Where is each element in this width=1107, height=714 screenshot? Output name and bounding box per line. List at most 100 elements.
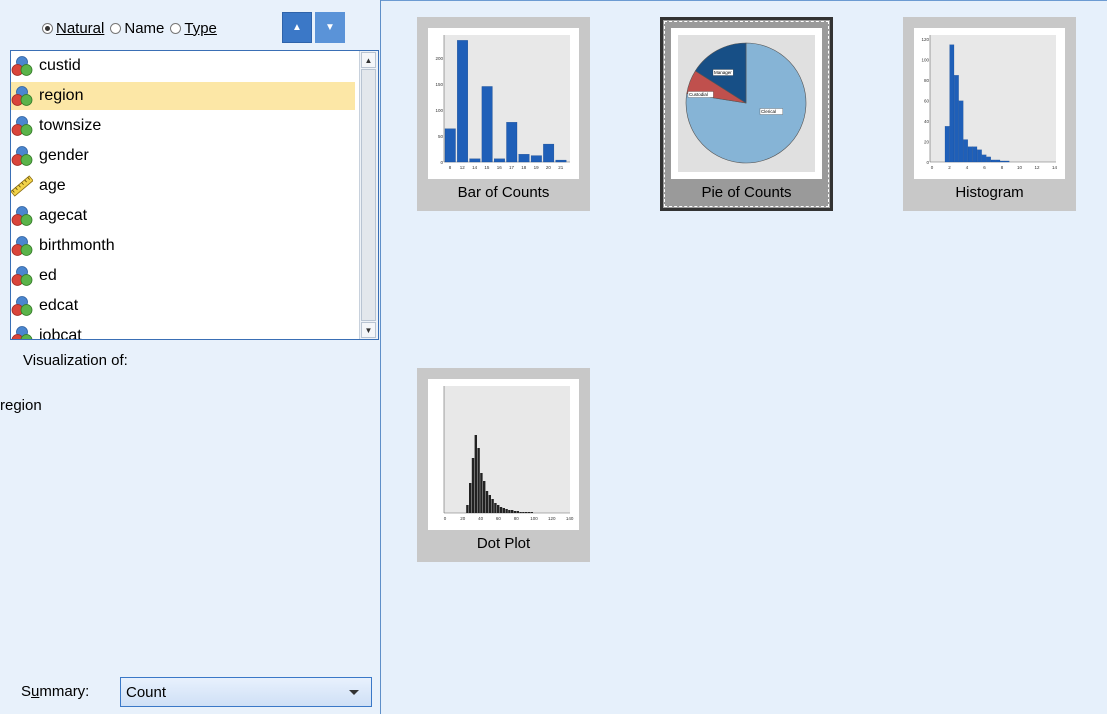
dot-column xyxy=(502,508,505,513)
dot-column xyxy=(497,505,500,513)
variable-list[interactable]: custid region townsize gender age agecat birth… xyxy=(10,50,379,340)
tick-label: 14 xyxy=(1052,165,1058,170)
tick-label: 140 xyxy=(566,516,574,521)
tick-label: 16 xyxy=(497,165,503,170)
tick-label: 18 xyxy=(521,165,527,170)
tick-label: 15 xyxy=(484,165,490,170)
dot-column xyxy=(466,505,469,513)
dot-column xyxy=(480,473,483,513)
visualization-of-label: Visualization of: xyxy=(23,352,128,369)
thumbnail-label: Pie of Counts xyxy=(701,184,792,201)
bar xyxy=(457,40,468,163)
tick-label: 200 xyxy=(435,56,443,61)
variable-item-ed[interactable]: ed xyxy=(11,262,355,290)
tick-label: 17 xyxy=(509,165,515,170)
scroll-up-arrow[interactable]: ▲ xyxy=(361,52,376,68)
tick-label: 150 xyxy=(435,82,443,87)
dot-column xyxy=(491,499,494,513)
variable-item-custid[interactable]: custid xyxy=(11,52,355,80)
thumbnail-preview: 0 50 100 150 200 8 12 14 15 16 17 18 19 20 21 xyxy=(428,28,579,179)
tick-label: 40 xyxy=(924,119,930,124)
thumbnail-label: Bar of Counts xyxy=(457,184,550,201)
tick-label: 20 xyxy=(546,165,552,170)
tick-label: 20 xyxy=(460,516,466,521)
nominal-icon xyxy=(11,266,33,286)
tick-label: 21 xyxy=(558,165,564,170)
variable-item-edcat[interactable]: edcat xyxy=(11,292,355,320)
scale-ruler-icon xyxy=(11,175,33,197)
tick-label: 2 xyxy=(948,165,951,170)
sort-natural-radio[interactable]: Natural xyxy=(42,20,104,37)
variable-item-jobcat[interactable]: jobcat xyxy=(11,322,355,339)
scrollbar-thumb[interactable] xyxy=(361,69,376,321)
chevron-down-icon xyxy=(349,690,359,695)
nominal-icon xyxy=(11,146,33,166)
radio-unselected-icon xyxy=(110,22,122,34)
variable-panel: Natural Name Type ▲ ▼ custid region townsi… xyxy=(0,0,381,714)
sort-name-radio[interactable]: Name xyxy=(110,20,164,37)
tick-label: 80 xyxy=(924,78,930,83)
nominal-icon xyxy=(11,326,33,339)
dot-column xyxy=(483,481,486,513)
variable-item-region[interactable]: region xyxy=(11,82,355,110)
dot-column xyxy=(522,512,525,513)
nominal-icon xyxy=(11,236,33,256)
histogram-bar xyxy=(1000,160,1005,163)
bar xyxy=(506,122,518,163)
dot-column xyxy=(469,483,472,513)
tick-label: 120 xyxy=(548,516,556,521)
slice-label: Manager xyxy=(714,70,732,75)
chart-thumbnail-3[interactable]: 0 20 40 60 80 100 120 140 Dot Plot xyxy=(417,368,590,562)
tick-label: 100 xyxy=(921,58,929,63)
dot-column xyxy=(513,511,517,513)
sort-natural-label: Natural xyxy=(56,19,105,37)
variable-label: ed xyxy=(39,267,57,284)
slice-label: Clerical xyxy=(761,109,776,114)
tick-label: 60 xyxy=(924,99,930,104)
tick-label: 8 xyxy=(449,165,452,170)
variable-item-gender[interactable]: gender xyxy=(11,142,355,170)
tick-label: 80 xyxy=(514,516,520,521)
sort-type-label: Type xyxy=(184,19,217,37)
sort-descending-button[interactable]: ▼ xyxy=(315,12,345,43)
histogram-bar xyxy=(981,154,987,163)
histogram-bar xyxy=(963,139,968,163)
bar xyxy=(494,158,505,163)
chart-thumbnail-0[interactable]: 0 50 100 150 200 8 12 14 15 16 17 18 19 20 21 Bar of Co… xyxy=(417,17,590,211)
chart-thumbnail-2[interactable]: 0 20 40 60 80 100 120 0 2 4 6 8 10 12 14 Histogram xyxy=(903,17,1076,211)
dot-column xyxy=(477,448,480,513)
tick-label: 0 xyxy=(444,516,447,521)
variable-item-townsize[interactable]: townsize xyxy=(11,112,355,140)
tick-label: 20 xyxy=(924,140,930,145)
nominal-icon xyxy=(11,116,33,136)
tick-label: 4 xyxy=(966,165,969,170)
bar xyxy=(481,86,493,163)
bar xyxy=(555,159,567,163)
sort-name-label: Name xyxy=(124,19,165,37)
variable-label: townsize xyxy=(39,117,102,134)
dot-column xyxy=(527,512,531,513)
dot-column xyxy=(505,509,508,513)
tick-label: 12 xyxy=(1034,165,1040,170)
radio-selected-icon xyxy=(42,22,53,34)
nominal-icon xyxy=(11,86,33,106)
sort-ascending-button[interactable]: ▲ xyxy=(282,12,312,43)
variable-item-age[interactable]: age xyxy=(11,172,355,200)
dot-column xyxy=(488,495,491,513)
chart-thumbnail-1[interactable]: Manager Custodial Clerical Pie of Counts xyxy=(660,17,833,211)
dot-column xyxy=(494,503,497,513)
scroll-down-arrow[interactable]: ▼ xyxy=(361,322,376,338)
tick-label: 100 xyxy=(435,108,443,113)
variable-item-birthmonth[interactable]: birthmonth xyxy=(11,232,355,260)
histogram-bar xyxy=(977,149,982,163)
tick-label: 0 xyxy=(931,165,934,170)
variable-item-agecat[interactable]: agecat xyxy=(11,202,355,230)
bar xyxy=(530,155,542,163)
bar xyxy=(469,158,481,163)
histogram-bar xyxy=(967,146,973,163)
summary-dropdown[interactable]: Count xyxy=(120,677,372,707)
histogram-bar xyxy=(995,159,1001,163)
sort-type-radio[interactable]: Type xyxy=(170,20,217,37)
list-scrollbar[interactable]: ▲ ▼ xyxy=(359,51,378,339)
visualization-of-value: region xyxy=(0,397,42,414)
